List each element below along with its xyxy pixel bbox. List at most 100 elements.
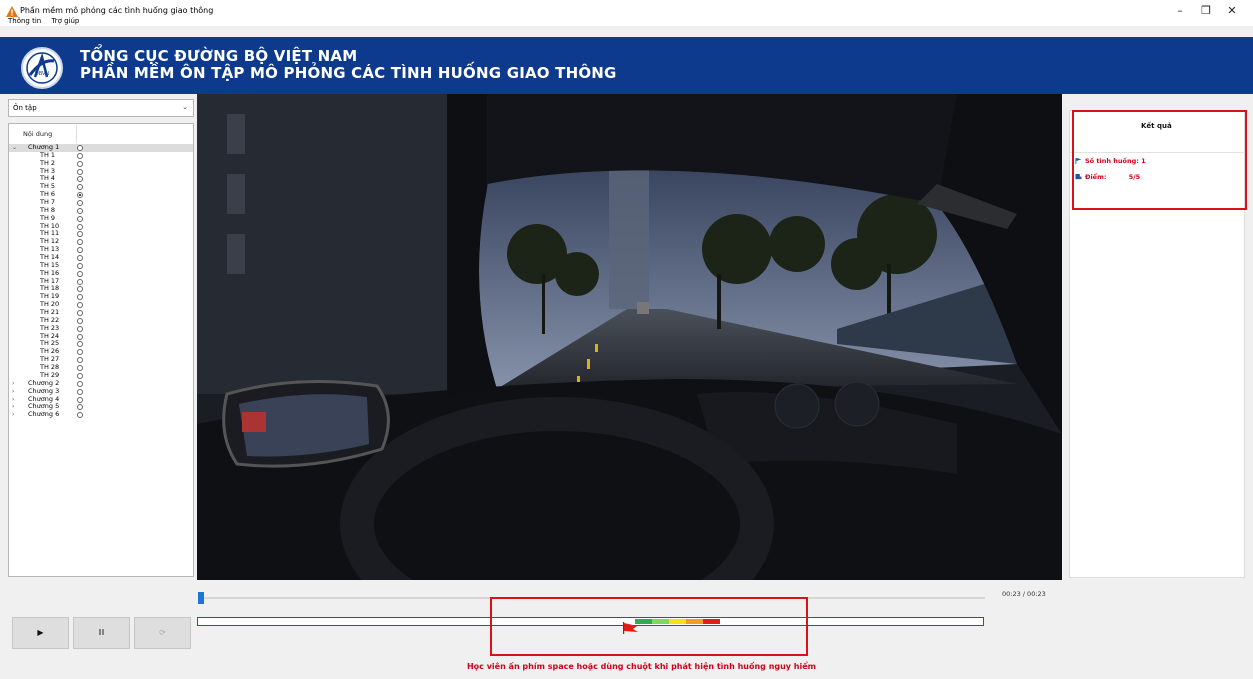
tree-scenario-item[interactable]: TH 26 <box>9 347 193 356</box>
radio-button[interactable] <box>77 239 83 246</box>
radio-button[interactable] <box>77 168 83 175</box>
timeline-highlight-box <box>490 597 808 656</box>
radio-button[interactable] <box>77 302 83 309</box>
radio-button[interactable] <box>77 262 83 269</box>
radio-button[interactable] <box>77 255 83 262</box>
tree-scenario-item[interactable]: TH 20 <box>9 300 193 309</box>
radio-button[interactable] <box>77 310 83 317</box>
chevron-right-icon[interactable]: › <box>12 388 14 396</box>
tree-scenario-item[interactable]: TH 9 <box>9 214 193 223</box>
tree-scenario-item[interactable]: TH 1 <box>9 151 193 160</box>
radio-button[interactable] <box>77 207 83 214</box>
restore-button[interactable]: ❐ <box>1196 4 1216 17</box>
radio-button[interactable] <box>77 404 83 411</box>
tree-scenario-item[interactable]: TH 24 <box>9 332 193 341</box>
tree-chapter-item[interactable]: › Chương 6 <box>9 410 193 419</box>
header-banner: DBVN TỔNG CỤC ĐƯỜNG BỘ VIỆT NAM PHẦN MỀM… <box>0 37 1253 94</box>
radio-button[interactable] <box>77 294 83 301</box>
radio-button[interactable] <box>77 192 83 199</box>
radio-button[interactable] <box>77 160 83 167</box>
radio-button[interactable] <box>77 176 83 183</box>
minimize-button[interactable]: – <box>1170 4 1190 17</box>
tree-scenario-item[interactable]: TH 8 <box>9 206 193 215</box>
tree-scenario-item[interactable]: TH 12 <box>9 237 193 246</box>
radio-button[interactable] <box>77 184 83 191</box>
tree-scenario-item[interactable]: TH 3 <box>9 167 193 176</box>
pause-icon: II <box>98 628 105 637</box>
tree-scenario-item[interactable]: TH 5 <box>9 182 193 191</box>
tree-scenario-item[interactable]: TH 10 <box>9 222 193 231</box>
chevron-right-icon[interactable]: › <box>12 411 14 419</box>
tree-chapter-item[interactable]: ⌄ Chương 1 <box>9 143 193 152</box>
radio-button[interactable] <box>77 223 83 230</box>
chevron-right-icon[interactable]: › <box>12 396 14 404</box>
radio-button[interactable] <box>77 388 83 395</box>
logo-text: DBVN <box>35 71 50 77</box>
tree-scenario-item[interactable]: TH 14 <box>9 253 193 262</box>
radio-button[interactable] <box>77 145 83 151</box>
play-button[interactable]: ▶ <box>12 617 69 649</box>
warning-icon <box>6 6 18 17</box>
radio-button[interactable] <box>77 152 83 159</box>
tree-scenario-item[interactable]: TH 23 <box>9 324 193 333</box>
radio-button[interactable] <box>77 341 83 348</box>
radio-button[interactable] <box>77 317 83 324</box>
tree-scenario-item[interactable]: TH 16 <box>9 269 193 278</box>
radio-button[interactable] <box>77 365 83 372</box>
mode-select-value: Ôn tập <box>13 104 37 112</box>
tree-scenario-item[interactable]: TH 17 <box>9 277 193 286</box>
mode-select[interactable]: Ôn tập ⌄ <box>8 99 194 117</box>
radio-button[interactable] <box>77 247 83 254</box>
refresh-button[interactable]: ⟳ <box>134 617 191 649</box>
play-icon: ▶ <box>37 628 44 637</box>
radio-button[interactable] <box>77 325 83 332</box>
radio-button[interactable] <box>77 286 83 293</box>
radio-button[interactable] <box>77 270 83 277</box>
chevron-right-icon[interactable]: › <box>12 380 14 388</box>
tree-scenario-item[interactable]: TH 4 <box>9 175 193 183</box>
driving-scene-image <box>197 94 1062 580</box>
tree-scenario-item[interactable]: TH 2 <box>9 159 193 168</box>
chevron-right-icon[interactable]: › <box>12 403 14 411</box>
tree-scenario-item[interactable]: TH 25 <box>9 340 193 348</box>
tree-scenario-item[interactable]: TH 28 <box>9 363 193 372</box>
tree-scenario-item[interactable]: TH 13 <box>9 245 193 254</box>
chevron-down-icon: ⌄ <box>182 103 188 111</box>
tree-scenario-item[interactable]: TH 6 <box>9 190 193 199</box>
radio-button[interactable] <box>77 200 83 207</box>
radio-button[interactable] <box>77 380 83 387</box>
tree-scenario-item[interactable]: TH 15 <box>9 261 193 270</box>
radio-button[interactable] <box>77 372 83 379</box>
radio-button[interactable] <box>77 215 83 222</box>
simulation-video[interactable] <box>197 94 1062 580</box>
chevron-down-icon[interactable]: ⌄ <box>12 144 17 152</box>
left-panel: Ôn tập ⌄ Nội dung ⌄ Chương 1 TH 1 TH 2 TH 3T… <box>8 99 194 577</box>
tree-scenario-item[interactable]: TH 18 <box>9 285 193 293</box>
scenario-tree[interactable]: Nội dung ⌄ Chương 1 TH 1 TH 2 TH 3 TH 4 TH 5 TH… <box>8 123 194 577</box>
time-display: 00:23 / 00:23 <box>1002 590 1046 598</box>
pause-button[interactable]: II <box>73 617 130 649</box>
seek-thumb[interactable] <box>198 592 204 604</box>
radio-button[interactable] <box>77 333 83 340</box>
title-bar: Phần mềm mô phỏng các tình huống giao th… <box>0 0 1253 26</box>
tree-scenario-item[interactable]: TH 7 <box>9 198 193 207</box>
instruction-hint: Học viên ấn phím space hoặc dùng chuột k… <box>466 662 817 671</box>
radio-button[interactable] <box>77 412 83 419</box>
tree-scenario-item[interactable]: TH 19 <box>9 292 193 301</box>
radio-button[interactable] <box>77 231 83 238</box>
column-divider <box>76 125 77 143</box>
tree-scenario-item[interactable]: TH 27 <box>9 355 193 364</box>
radio-button[interactable] <box>77 357 83 364</box>
menu-item-help[interactable]: Trợ giúp <box>51 17 79 25</box>
radio-button[interactable] <box>77 349 83 356</box>
tree-scenario-item[interactable]: TH 11 <box>9 230 193 238</box>
menu-item-info[interactable]: Thông tin <box>8 17 41 25</box>
header-title-line2: PHẦN MỀM ÔN TẬP MÔ PHỎNG CÁC TÌNH HUỐNG … <box>80 64 617 82</box>
tree-item-label: Chương 6 <box>28 410 60 419</box>
tree-scenario-item[interactable]: TH 21 <box>9 308 193 317</box>
tree-scenario-item[interactable]: TH 22 <box>9 316 193 325</box>
radio-button[interactable] <box>77 396 83 403</box>
radio-button[interactable] <box>77 278 83 285</box>
result-highlight-box <box>1072 110 1247 210</box>
close-button[interactable]: ✕ <box>1222 4 1242 17</box>
